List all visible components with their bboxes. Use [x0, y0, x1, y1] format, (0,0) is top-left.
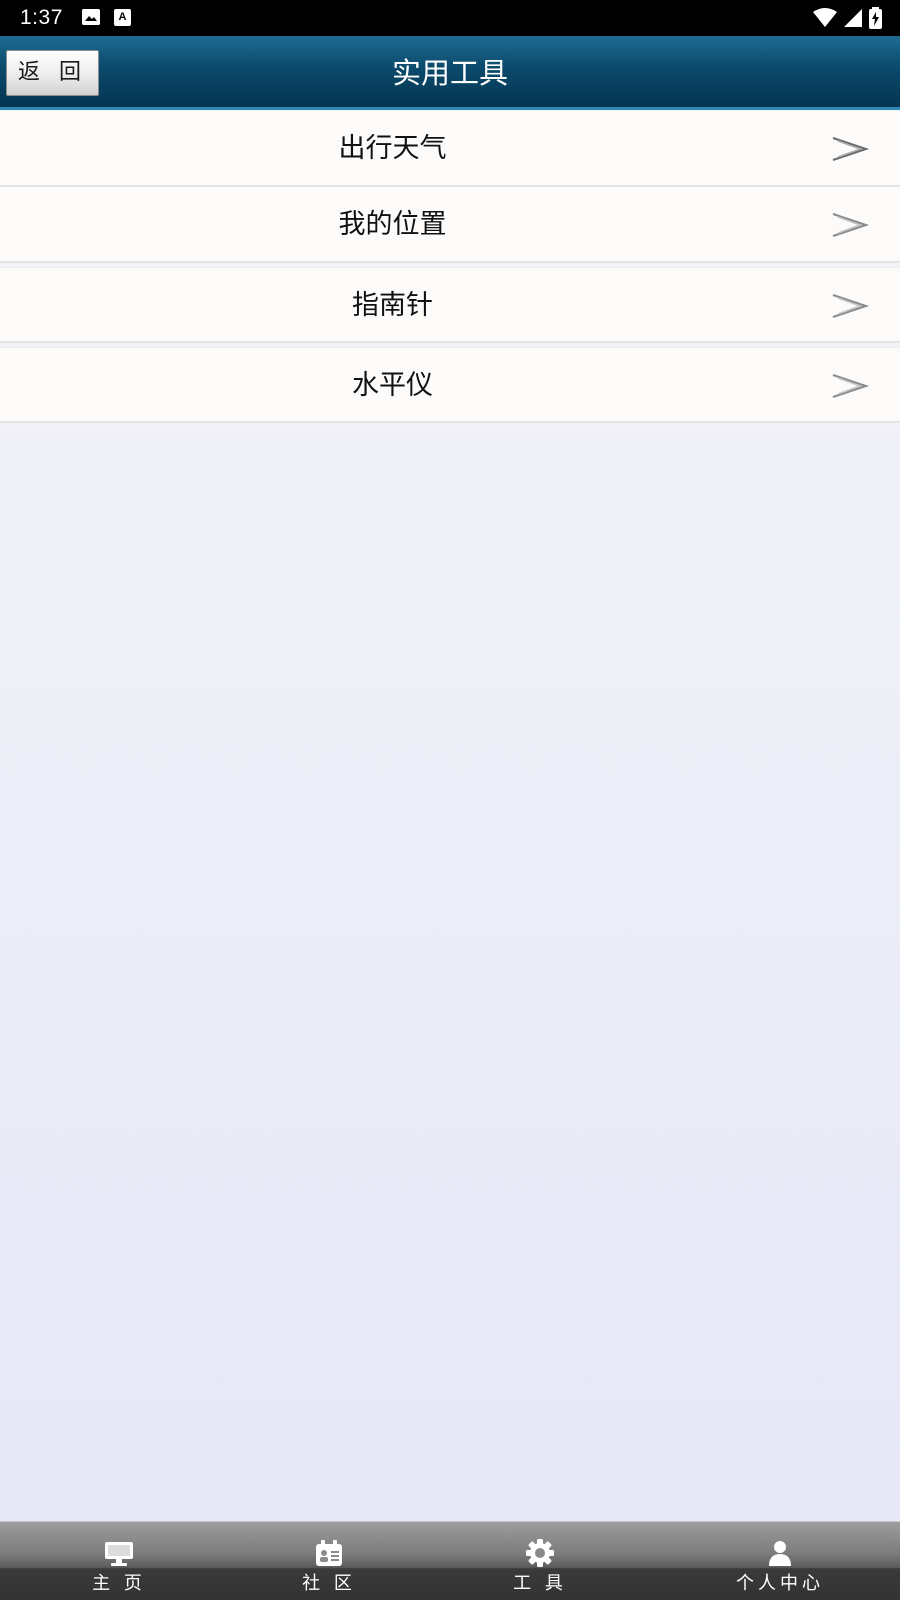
tab-label: 主 页: [92, 1573, 146, 1594]
back-button[interactable]: 返 回: [6, 50, 99, 96]
chevron-right-icon: [832, 374, 870, 398]
chevron-right-icon: [832, 137, 870, 161]
bottom-tab-bar: 主 页 社 区 工 具 个人中心: [0, 1521, 900, 1600]
wifi-icon: [813, 8, 837, 27]
tab-community[interactable]: 社 区: [238, 1522, 420, 1600]
chevron-right-icon: [832, 294, 870, 318]
list-item-label: 我的位置: [338, 209, 447, 240]
monitor-icon: [105, 1542, 133, 1566]
status-indicators: [813, 6, 882, 30]
gear-icon: [526, 1539, 554, 1567]
battery-icon: [869, 7, 882, 29]
list-item-label: 指南针: [352, 290, 433, 321]
list-item-weather[interactable]: 出行天气: [0, 111, 900, 187]
tab-label: 个人中心: [736, 1573, 824, 1594]
tab-home[interactable]: 主 页: [0, 1522, 238, 1600]
tab-tools[interactable]: 工 具: [420, 1522, 660, 1600]
tab-profile[interactable]: 个人中心: [660, 1522, 900, 1600]
list-item-label: 水平仪: [352, 370, 433, 401]
page-title: 实用工具: [391, 56, 508, 90]
image-icon: [82, 9, 100, 25]
community-icon: [316, 1540, 342, 1566]
tool-list: 出行天气 我的位置 指南针 水平仪: [0, 111, 900, 423]
person-icon: [769, 1541, 791, 1566]
signal-icon: [844, 9, 862, 27]
list-item-compass[interactable]: 指南针: [0, 267, 900, 343]
status-bar: 1:37 A: [0, 0, 900, 36]
a-icon: A: [114, 9, 131, 26]
status-time: 1:37: [20, 6, 63, 29]
tab-label: 工 具: [513, 1573, 567, 1594]
chevron-right-icon: [832, 213, 870, 237]
tab-label: 社 区: [302, 1573, 356, 1594]
list-item-location[interactable]: 我的位置: [0, 187, 900, 263]
list-item-label: 出行天气: [338, 133, 447, 164]
list-item-level[interactable]: 水平仪: [0, 347, 900, 423]
header-bar: 返 回 实用工具: [0, 36, 900, 110]
